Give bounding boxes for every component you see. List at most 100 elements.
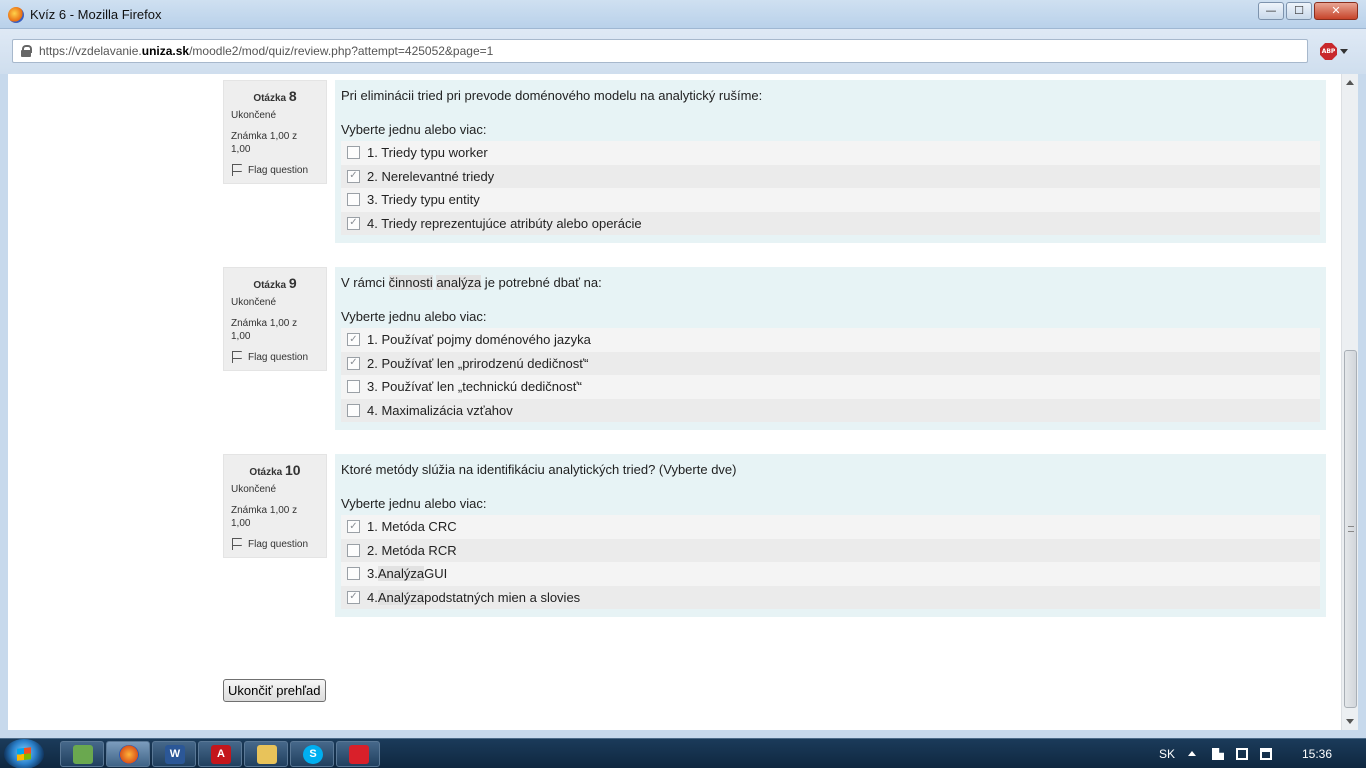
firefox-logo-icon	[8, 7, 24, 23]
question-content: V rámci činnosti analýza je potrebné dba…	[335, 267, 1326, 430]
url-field[interactable]: https://vzdelavanie.uniza.sk/moodle2/mod…	[12, 39, 1308, 63]
close-button[interactable]: ✕	[1314, 2, 1358, 20]
url-path: /moodle2/mod/quiz/review.php?attempt=425…	[189, 44, 494, 58]
window-title: Kvíz 6 - Mozilla Firefox	[30, 7, 162, 22]
question-grade: Známka 1,00 z 1,00	[231, 318, 298, 342]
lock-icon	[21, 45, 32, 57]
checkbox[interactable]	[347, 543, 360, 557]
language-indicator[interactable]: SK	[1159, 747, 1175, 761]
scrollbar-thumb[interactable]	[1344, 350, 1357, 708]
flag-question-link[interactable]: Flag question	[231, 164, 319, 176]
question-info: Otázka 10 Ukončené Známka 1,00 z 1,00 Fl…	[223, 454, 327, 558]
question-state: Ukončené	[231, 297, 277, 308]
answer-option: 3. Analýza GUI	[341, 562, 1320, 586]
flag-question-link[interactable]: Flag question	[231, 538, 319, 550]
folder-icon	[257, 745, 277, 764]
question-info: Otázka 9 Ukončené Známka 1,00 z 1,00 Fla…	[223, 267, 327, 371]
flag-question-link[interactable]: Flag question	[231, 351, 319, 363]
answer-option: ✓ 4. Analýza podstatných mien a slovies	[341, 585, 1320, 609]
skype-icon: S	[303, 745, 323, 764]
question-text: Pri eliminácii tried pri prevode doménov…	[341, 88, 763, 103]
checkbox[interactable]: ✓	[347, 356, 360, 370]
firefox-icon	[119, 745, 139, 764]
question-grade: Známka 1,00 z 1,00	[231, 131, 298, 155]
question-text: Ktoré metódy slúžia na identifikáciu ana…	[341, 462, 737, 477]
word-icon: W	[165, 745, 185, 764]
flag-icon	[231, 538, 242, 550]
question-state: Ukončené	[231, 484, 277, 495]
adblock-plus-icon[interactable]: ABP	[1320, 43, 1337, 60]
answer-option: 2. Metóda RCR	[341, 538, 1320, 562]
window-border-left	[0, 74, 8, 730]
flag-icon	[231, 164, 242, 176]
window-border-bottom	[0, 730, 1366, 738]
url-domain: uniza.sk	[141, 44, 190, 58]
answer-option: 4. Maximalizácia vzťahov	[341, 398, 1320, 422]
chevron-down-icon[interactable]	[1340, 49, 1348, 54]
question-content: Pri eliminácii tried pri prevode doménov…	[335, 80, 1326, 243]
answer-option: ✓ 2. Používať len „prirodzenú dedičnosť“	[341, 351, 1320, 375]
scroll-down-icon[interactable]	[1346, 719, 1354, 724]
folders-icon	[73, 745, 93, 764]
navigation-bar: https://vzdelavanie.uniza.sk/moodle2/mod…	[0, 29, 1366, 74]
answer-list: ✓ 1. Metóda CRC 2. Metóda RCR 3. Analýza …	[341, 515, 1320, 609]
answer-option: ✓ 4. Triedy reprezentujúce atribúty alebo…	[341, 211, 1320, 235]
question-content: Ktoré metódy slúžia na identifikáciu ana…	[335, 454, 1326, 617]
answer-option: ✓ 1. Metóda CRC	[341, 515, 1320, 539]
question-number: Otázka 10	[249, 462, 301, 478]
taskbar: W A S SK 15:36	[0, 738, 1366, 768]
minimize-button[interactable]: —	[1258, 2, 1284, 20]
url-prefix: https://vzdelavanie.	[39, 44, 142, 58]
answer-prompt: Vyberte jednu alebo viac:	[341, 496, 487, 511]
answer-list: ✓ 1. Používať pojmy doménového jazyka ✓ 2.…	[341, 328, 1320, 422]
checkbox[interactable]: ✓	[347, 333, 360, 347]
answer-option: 3. Triedy typu entity	[341, 188, 1320, 212]
taskbar-app-word[interactable]: W	[152, 741, 196, 767]
answer-option: ✓ 1. Používať pojmy doménového jazyka	[341, 328, 1320, 352]
answer-prompt: Vyberte jednu alebo viac:	[341, 122, 487, 137]
checkbox[interactable]	[347, 403, 360, 417]
question-text: V rámci činnosti analýza je potrebné dba…	[341, 275, 602, 290]
taskbar-app-explorer[interactable]	[60, 741, 104, 767]
checkbox[interactable]: ✓	[347, 590, 360, 604]
network-icon[interactable]	[1236, 748, 1248, 760]
answer-list: 1. Triedy typu worker ✓ 2. Nerelevantné t…	[341, 141, 1320, 235]
checkbox[interactable]: ✓	[347, 216, 360, 230]
taskbar-app-skype[interactable]: S	[290, 741, 334, 767]
taskbar-app-folder[interactable]	[244, 741, 288, 767]
grip-icon	[1348, 526, 1354, 532]
answer-option: 3. Používať len „technickú dedičnosť“	[341, 375, 1320, 399]
app-icon	[349, 745, 369, 764]
flag-icon	[231, 351, 242, 363]
checkbox[interactable]: ✓	[347, 169, 360, 183]
taskbar-app-firefox[interactable]	[106, 741, 150, 767]
checkbox[interactable]: ✓	[347, 520, 360, 534]
question-grade: Známka 1,00 z 1,00	[231, 505, 298, 529]
checkbox[interactable]	[347, 146, 360, 160]
page-viewport: Otázka 8 Ukončené Známka 1,00 z 1,00 Fla…	[8, 74, 1341, 730]
scroll-up-icon[interactable]	[1346, 80, 1354, 85]
window-titlebar: Kvíz 6 - Mozilla Firefox — ☐ ✕	[0, 0, 1366, 29]
checkbox[interactable]	[347, 380, 360, 394]
taskbar-app-game[interactable]	[336, 741, 380, 767]
question-state: Ukončené	[231, 110, 277, 121]
action-center-flag-icon[interactable]	[1212, 748, 1224, 760]
answer-option: 1. Triedy typu worker	[341, 141, 1320, 165]
taskbar-app-acrobat[interactable]: A	[198, 741, 242, 767]
start-button[interactable]	[4, 739, 44, 768]
finish-review-button[interactable]: Ukončiť prehľad	[223, 679, 326, 702]
pdf-icon: A	[211, 745, 231, 764]
vertical-scrollbar[interactable]	[1341, 74, 1358, 730]
show-hidden-icons-icon[interactable]	[1188, 751, 1196, 756]
checkbox[interactable]	[347, 567, 360, 581]
checkbox[interactable]	[347, 193, 360, 207]
question-number: Otázka 9	[253, 275, 297, 291]
clock[interactable]: 15:36	[1302, 747, 1332, 761]
question-number: Otázka 8	[253, 88, 297, 104]
answer-option: ✓ 2. Nerelevantné triedy	[341, 164, 1320, 188]
question-info: Otázka 8 Ukončené Známka 1,00 z 1,00 Fla…	[223, 80, 327, 184]
display-icon[interactable]	[1260, 748, 1272, 760]
maximize-button[interactable]: ☐	[1286, 2, 1312, 20]
answer-prompt: Vyberte jednu alebo viac:	[341, 309, 487, 324]
window-border-right	[1358, 74, 1366, 730]
